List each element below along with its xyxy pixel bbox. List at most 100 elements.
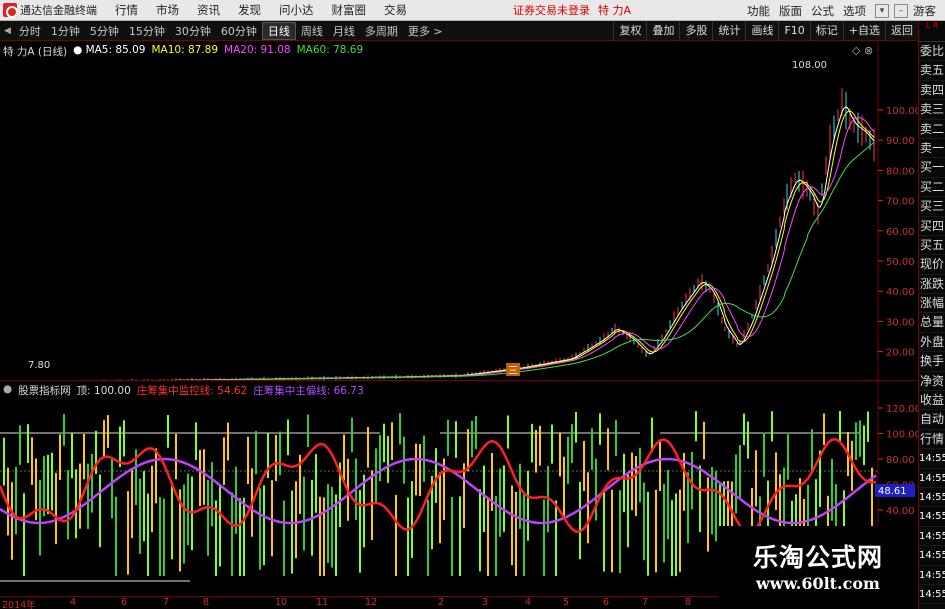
menu-ask[interactable]: 问小达	[279, 2, 314, 18]
chart-settings-icon[interactable]: ◇	[852, 44, 861, 57]
chart-close-icon[interactable]: ⊗	[864, 44, 873, 57]
y-tick-label: 40.00	[886, 287, 915, 298]
event-marker[interactable]: 三	[508, 366, 518, 377]
x-tick-label: 7	[163, 597, 170, 608]
panel-item[interactable]: 涨跌	[919, 275, 945, 295]
panel-item[interactable]: 14:55	[919, 527, 945, 547]
panel-item[interactable]: 自动	[919, 410, 945, 430]
period-15min[interactable]: 15分钟	[124, 23, 170, 39]
panel-item[interactable]: 14:55	[919, 585, 945, 605]
panel-item[interactable]: 涨幅	[919, 294, 945, 314]
panel-item[interactable]: 买一	[919, 158, 945, 178]
panel-item[interactable]: 卖五	[919, 61, 945, 81]
y-tick-label: 100.00	[886, 430, 918, 441]
panel-item[interactable]: 14:55	[919, 507, 945, 527]
x-tick-label: 11	[316, 597, 329, 608]
main-kline-chart[interactable]: 特 力A (日线) ● MA5: 85.09 MA10: 87.89 MA20:…	[0, 42, 918, 380]
mark-button[interactable]: 标记	[809, 21, 843, 41]
f10-button[interactable]: F10	[778, 21, 809, 41]
login-status[interactable]: 证券交易未登录	[513, 2, 590, 18]
period-weekly[interactable]: 周线	[296, 23, 328, 39]
menu-layout[interactable]: 版面	[779, 3, 802, 19]
quote-side-panel: L R 委比 卖五 卖四 卖三 卖二 卖一 买一 买二 买三 买四 买五 现价 涨跌 涨幅 总量 外盘 换手 净资…	[918, 21, 945, 609]
panel-item[interactable]: 买五	[919, 236, 945, 256]
panel-item[interactable]: 买四	[919, 217, 945, 236]
panel-item[interactable]: 14:55	[919, 449, 945, 469]
app-logo-icon	[3, 3, 18, 18]
period-5min[interactable]: 5分钟	[85, 23, 124, 39]
period-intraday[interactable]: 分时	[14, 23, 46, 39]
y-tick-label: 50.00	[886, 257, 915, 268]
period-more[interactable]: 更多 >	[403, 23, 448, 39]
x-tick-label: 3	[482, 597, 489, 608]
guest-label[interactable]: 游客	[913, 3, 936, 19]
panel-item[interactable]: 14:55	[919, 546, 945, 566]
x-tick-label: 5	[563, 597, 570, 608]
stats-button[interactable]: 统计	[712, 21, 745, 41]
panel-item[interactable]: 卖一	[919, 139, 945, 159]
moving-average-line	[193, 141, 875, 380]
panel-item[interactable]: 现价	[919, 255, 945, 275]
panel-item[interactable]: 总量	[919, 313, 945, 333]
panel-item[interactable]: 换手	[919, 352, 945, 372]
indicator-tag: 顶: 100.00	[76, 385, 131, 397]
minimize-icon[interactable]: –	[894, 3, 908, 18]
app-title: 通达信金融终端	[20, 4, 97, 17]
menu-trade[interactable]: 交易	[384, 2, 407, 18]
x-tick-label: 2014年	[2, 600, 36, 609]
overlay-button[interactable]: 叠加	[646, 21, 679, 41]
draw-button[interactable]: 画线	[745, 21, 778, 41]
stock-period-label: 特 力A (日线)	[3, 46, 68, 58]
menu-wealth-circle[interactable]: 财富圈	[332, 2, 367, 18]
menu-quotes[interactable]: 行情	[115, 2, 138, 18]
panel-item[interactable]: 外盘	[919, 333, 945, 353]
period-daily[interactable]: 日线	[261, 21, 296, 40]
panel-item[interactable]: 卖三	[919, 100, 945, 120]
indicator-title: 股票指标网	[18, 385, 71, 397]
menu-function[interactable]: 功能	[747, 3, 770, 19]
period-30min[interactable]: 30分钟	[170, 23, 216, 39]
menu-discover[interactable]: 发现	[238, 2, 261, 18]
panel-item[interactable]: 收益	[919, 391, 945, 411]
period-multi[interactable]: 多周期	[360, 23, 403, 39]
multi-stock-button[interactable]: 多股	[679, 21, 712, 41]
panel-item[interactable]: 买三	[919, 197, 945, 217]
menu-market[interactable]: 市场	[156, 2, 179, 18]
y-tick-label: 80.00	[886, 166, 915, 177]
indicator-line2-label: 庄筹集中主偏线: 66.73	[253, 385, 364, 397]
window-menu-icon[interactable]: ▾	[875, 3, 889, 18]
panel-item[interactable]: 14:55	[919, 604, 945, 609]
panel-item[interactable]: 卖二	[919, 120, 945, 139]
x-tick-label: 7	[642, 597, 649, 608]
panel-header[interactable]: L R	[919, 21, 945, 42]
panel-item[interactable]: 14:55	[919, 566, 945, 585]
panel-item[interactable]: 委比	[919, 42, 945, 62]
panel-item[interactable]: 净资	[919, 372, 945, 392]
indicator-legend: ● 股票指标网 顶: 100.00 庄筹集中监控线: 54.62 庄筹集中主偏线…	[3, 383, 364, 398]
panel-item[interactable]: 行情	[919, 430, 945, 450]
menu-formula[interactable]: 公式	[811, 3, 834, 19]
period-1min[interactable]: 1分钟	[46, 23, 85, 39]
period-monthly[interactable]: 月线	[328, 23, 360, 39]
panel-item[interactable]: 卖四	[919, 81, 945, 101]
y-tick-label: 100.00	[886, 106, 918, 117]
moving-average-line	[165, 106, 875, 380]
panel-item[interactable]: 14:55	[919, 469, 945, 488]
add-watchlist-button[interactable]: +自选	[842, 21, 885, 41]
menu-news[interactable]: 资讯	[197, 2, 220, 18]
title-bar-right: 功能 版面 公式 选项 ▾ – 游客	[747, 0, 945, 21]
x-tick-label: 8	[203, 597, 210, 608]
moving-average-line	[175, 117, 875, 380]
x-tick-label: 6	[121, 597, 128, 608]
adjust-button[interactable]: 复权	[613, 21, 646, 41]
menu-options[interactable]: 选项	[843, 3, 866, 19]
toolbar-prev-icon[interactable]: ◀	[4, 26, 11, 36]
panel-item[interactable]: 买二	[919, 178, 945, 198]
y-tick-label: 90.00	[886, 136, 915, 147]
period-60min[interactable]: 60分钟	[216, 23, 262, 39]
x-tick-label: 8	[685, 597, 692, 608]
ma10-label: MA10: 87.89	[151, 44, 219, 56]
panel-item[interactable]: 14:55	[919, 488, 945, 508]
y-tick-label: 30.00	[886, 317, 915, 328]
back-button[interactable]: 返回	[885, 21, 918, 41]
